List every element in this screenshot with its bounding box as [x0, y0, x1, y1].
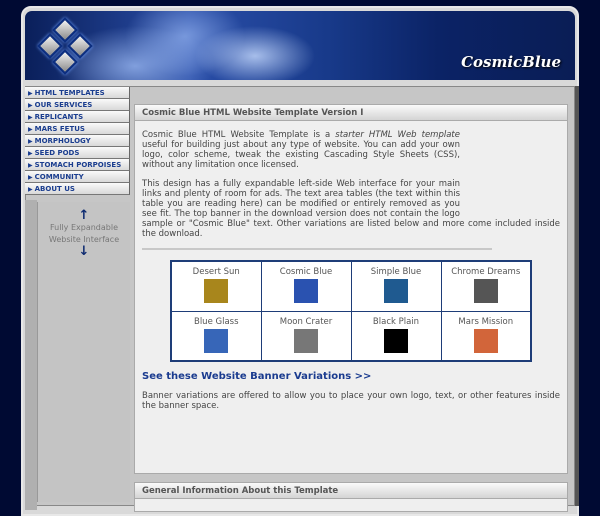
variation-swatch[interactable] — [204, 279, 229, 303]
banner: CosmicBlue — [25, 11, 575, 80]
arrow-right-icon: ▶ — [28, 174, 33, 181]
variation-cell[interactable]: Chrome Dreams — [440, 260, 532, 312]
right-border — [575, 86, 579, 506]
nav-label: REPLICANTS — [34, 113, 84, 121]
arrow-right-icon: ▶ — [28, 114, 33, 121]
variation-swatch[interactable] — [294, 328, 318, 353]
variation-swatch[interactable] — [473, 328, 498, 353]
brand-logo-text: CosmicBlue — [461, 53, 561, 71]
sidebar-text: Fully Expandable — [50, 223, 118, 232]
nav-label: MARS FETUS — [34, 125, 85, 133]
content-panel: Cosmic Blue HTML Website Template Versio… — [134, 104, 568, 474]
nav-label: ABOUT US — [34, 185, 75, 193]
nav-label: STOMACH PORPOISES — [34, 161, 122, 169]
nav-label: COMMUNITY — [34, 173, 84, 181]
nav-item-replicants[interactable]: ▶ REPLICANTS — [25, 111, 130, 123]
nav-item-our-services[interactable]: ▶ OUR SERVICES — [25, 99, 130, 111]
arrow-right-icon: ▶ — [28, 162, 33, 169]
arrow-right-icon: ▶ — [28, 102, 33, 109]
variation-name: Cosmic Blue — [279, 267, 333, 277]
main-nav: ▶ HTML TEMPLATES ▶ OUR SERVICES ▶ REPLICANT… — [25, 87, 130, 195]
variation-name: Simple Blue — [370, 267, 422, 277]
content-panel-2: General Information About this Template — [134, 482, 568, 512]
nav-label: MORPHOLOGY — [34, 137, 91, 145]
variation-cell[interactable]: Blue Glass — [170, 310, 262, 362]
arrow-right-icon: ▶ — [28, 150, 33, 157]
nav-item-mars-fetus[interactable]: ▶ MARS FETUS — [25, 123, 130, 135]
nav-item-stomach-porpoises[interactable]: ▶ STOMACH PORPOISES — [25, 159, 130, 171]
variation-cell[interactable]: Black Plain — [350, 310, 442, 362]
variation-swatch[interactable] — [384, 328, 408, 353]
variation-name: Black Plain — [372, 316, 420, 327]
variation-swatch[interactable] — [294, 279, 318, 303]
variation-name: Mars Mission — [458, 316, 514, 327]
arrow-right-icon: ▶ — [28, 126, 33, 133]
panel-title: General Information About this Template — [135, 483, 567, 499]
variation-swatch[interactable] — [384, 279, 408, 303]
variation-name: Desert Sun — [192, 267, 240, 277]
variation-cell[interactable]: Mars Mission — [440, 310, 532, 362]
variation-cell[interactable]: Simple Blue — [350, 260, 442, 312]
arrow-right-icon: ▶ — [28, 186, 33, 193]
divider — [142, 248, 492, 250]
variation-name: Chrome Dreams — [451, 267, 521, 277]
arrow-up-icon: ↑ — [78, 208, 90, 223]
variations-paragraph: Banner variations are offered to allow y… — [142, 391, 560, 411]
panel-title: Cosmic Blue HTML Website Template Versio… — [135, 105, 567, 121]
variation-cell[interactable]: Desert Sun — [170, 260, 262, 312]
variation-name: Moon Crater — [279, 316, 333, 327]
banner-variations-table: Desert Sun Cosmic Blue Simple Blue Chrome D… — [170, 260, 532, 362]
variation-cell[interactable]: Cosmic Blue — [260, 260, 352, 312]
arrow-right-icon: ▶ — [28, 90, 33, 97]
left-strip — [25, 200, 37, 510]
nav-item-seed-pods[interactable]: ▶ SEED PODS — [25, 147, 130, 159]
nav-item-html-templates[interactable]: ▶ HTML TEMPLATES — [25, 87, 130, 99]
arrow-down-icon: ↓ — [78, 244, 90, 259]
variation-cell[interactable]: Moon Crater — [260, 310, 352, 362]
nav-item-morphology[interactable]: ▶ MORPHOLOGY — [25, 135, 130, 147]
nav-label: SEED PODS — [34, 149, 80, 157]
variation-swatch[interactable] — [473, 279, 498, 303]
variation-swatch[interactable] — [204, 328, 229, 353]
variation-name: Blue Glass — [193, 316, 239, 327]
banner-variations-link[interactable]: See these Website Banner Variations >> — [142, 372, 560, 382]
nav-item-about-us[interactable]: ▶ ABOUT US — [25, 183, 130, 195]
nav-item-community[interactable]: ▶ COMMUNITY — [25, 171, 130, 183]
sidebar-expandable: ↑ Fully Expandable Website Interface ↓ — [37, 202, 130, 502]
arrow-right-icon: ▶ — [28, 138, 33, 145]
logo-icon — [37, 17, 93, 75]
nav-label: HTML TEMPLATES — [34, 89, 105, 97]
nav-label: OUR SERVICES — [34, 101, 93, 109]
